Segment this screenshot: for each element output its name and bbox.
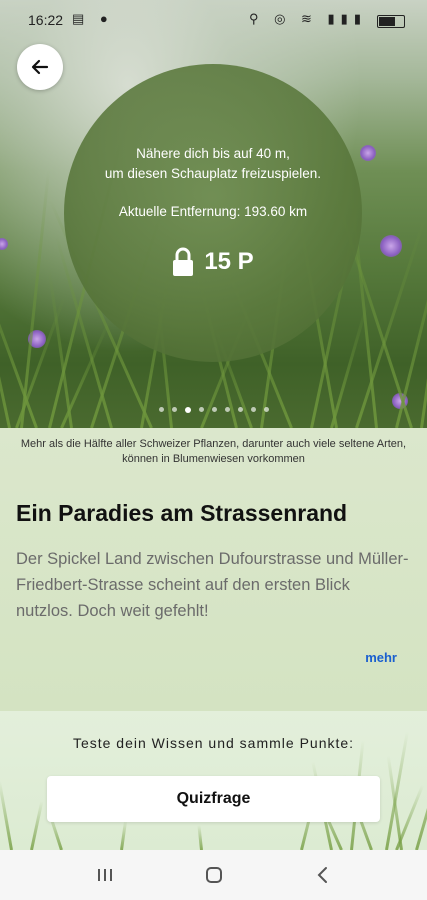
recents-icon	[97, 869, 112, 881]
quiz-button[interactable]: Quizfrage	[47, 776, 380, 822]
carousel-dot[interactable]	[250, 407, 256, 412]
story-description: Der Spickel Land zwischen Dufourstrasse …	[16, 550, 409, 620]
nav-back-button[interactable]	[303, 855, 343, 895]
flower-decoration	[360, 145, 376, 161]
unlock-requirement-overlay: Nähere dich bis auf 40 m, um diesen Scha…	[64, 64, 362, 362]
image-caption: Mehr als die Hälfte aller Schweizer Pfla…	[20, 438, 407, 465]
carousel-dot[interactable]	[224, 407, 230, 412]
unlock-hint: Nähere dich bis auf 40 m, um diesen Scha…	[84, 144, 342, 184]
recents-button[interactable]	[85, 855, 125, 895]
carousel-dot[interactable]	[211, 407, 217, 412]
unlock-hint-line: um diesen Schauplatz freizuspielen.	[104, 166, 322, 181]
more-link[interactable]: mehr	[365, 650, 397, 665]
grass-blade	[0, 780, 13, 850]
points-value: 15 P	[204, 248, 254, 275]
carousel-dot[interactable]	[158, 407, 164, 412]
system-nav-bar	[0, 850, 427, 900]
quiz-section: Teste dein Wissen und sammle Punkte: Qui…	[0, 711, 427, 850]
system-icons: ⚲ ◎ ≋ ▮▮▮	[248, 11, 367, 26]
points-row: 15 P	[64, 247, 362, 277]
battery-icon	[377, 15, 405, 28]
unlock-hint-line: Nähere dich bis auf 40 m,	[136, 146, 290, 161]
grass-blade	[120, 820, 128, 850]
status-time: 16:22	[28, 12, 64, 28]
notification-icons: ▤ ●	[72, 11, 114, 26]
back-button[interactable]	[17, 44, 63, 90]
flower-decoration	[0, 238, 8, 250]
carousel-indicator	[0, 406, 427, 413]
carousel-dot[interactable]	[198, 407, 204, 412]
flower-decoration	[380, 235, 402, 257]
story-card: Mehr als die Hälfte aller Schweizer Pfla…	[0, 428, 427, 711]
grass-blade	[30, 800, 44, 850]
grass-blade	[20, 169, 51, 428]
lock-icon	[173, 247, 194, 276]
grass-blade	[197, 824, 203, 850]
arrow-left-icon	[31, 59, 49, 75]
status-bar: 16:22 ▤ ● ⚲ ◎ ≋ ▮▮▮	[0, 0, 427, 40]
chevron-left-icon	[317, 867, 327, 883]
home-icon	[205, 867, 222, 883]
home-button[interactable]	[194, 855, 234, 895]
carousel-dot[interactable]	[263, 407, 269, 412]
current-distance: Aktuelle Entfernung: 193.60 km	[118, 204, 308, 219]
quiz-prompt: Teste dein Wissen und sammle Punkte:	[72, 735, 355, 751]
carousel-dot[interactable]	[184, 406, 191, 413]
carousel-dot[interactable]	[237, 407, 243, 412]
story-title: Ein Paradies am Strassenrand	[16, 500, 348, 526]
carousel-dot[interactable]	[171, 407, 177, 412]
